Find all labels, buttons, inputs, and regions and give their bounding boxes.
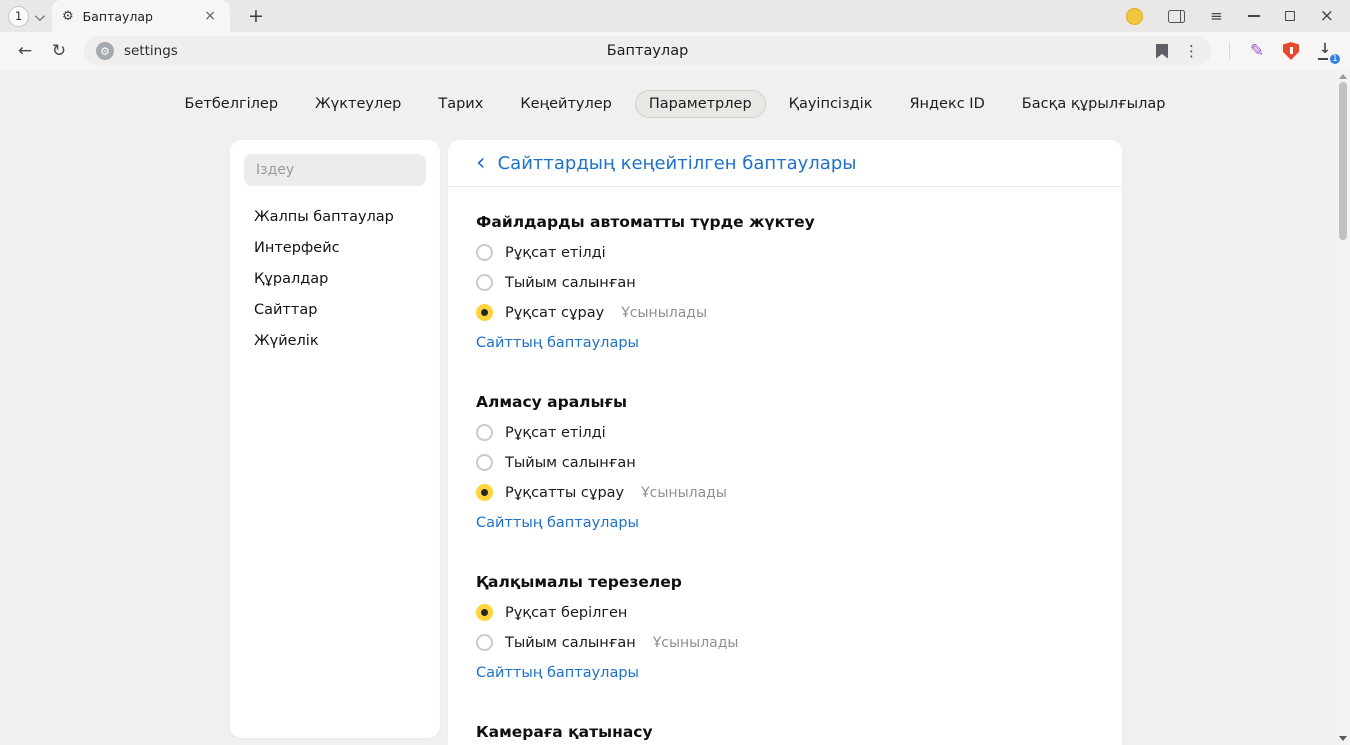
reload-icon[interactable]: ↻ (44, 36, 74, 66)
address-bar: ← ↻ ⚙ settings Баптаулар ⋮ ✎ ↓ 1 (0, 32, 1350, 70)
bookmark-flag-icon[interactable] (1156, 44, 1168, 59)
panel-header[interactable]: ‹ Сайттардың кеңейтілген баптаулары (448, 140, 1122, 187)
url-text: settings (124, 43, 178, 59)
smiley-icon[interactable] (1126, 8, 1143, 25)
recommended-badge: Ұсынылады (621, 305, 707, 321)
settings-page: Бетбелгілер Жүктеулер Тарих Кеңейтулер П… (0, 70, 1350, 745)
sidebar-item-system[interactable]: Жүйелік (244, 326, 426, 356)
toolbar-divider (1229, 42, 1230, 60)
tab-list-chevron-icon[interactable] (35, 11, 45, 21)
radio-label: Рұқсат етілді (505, 425, 606, 441)
back-icon[interactable]: ← (10, 36, 40, 66)
tab-extensions[interactable]: Кеңейтулер (506, 90, 626, 118)
page-scrollbar[interactable] (1336, 70, 1350, 745)
shield-extension-icon[interactable] (1276, 36, 1306, 66)
browser-menu-icon[interactable]: ≡ (1210, 9, 1223, 24)
downloads-icon[interactable]: ↓ 1 (1310, 36, 1340, 66)
radio-button[interactable] (476, 274, 493, 291)
radio-label: Рұқсат сұрау (505, 305, 604, 321)
radio-label: Рұқсатты сұрау (505, 485, 624, 501)
radio-option[interactable]: Тыйым салынған (476, 274, 1094, 291)
section-popups: Қалқымалы терезелер Рұқсат берілген Тыйы… (476, 573, 1094, 681)
settings-nav-tabs: Бетбелгілер Жүктеулер Тарих Кеңейтулер П… (0, 70, 1350, 118)
tab-settings[interactable]: Параметрлер (635, 90, 766, 118)
recommended-badge: Ұсынылады (653, 635, 739, 651)
tab-count-button[interactable]: 1 (8, 6, 29, 27)
window-minimize-button[interactable] (1248, 15, 1260, 17)
tab-close-icon[interactable]: × (200, 7, 220, 25)
radio-button-checked[interactable] (476, 304, 493, 321)
tab-strip: 1 ⚙ Баптаулар × + ≡ × (0, 0, 1350, 32)
settings-gear-icon: ⚙ (62, 9, 74, 24)
radio-label: Тыйым салынған (505, 275, 636, 291)
active-tab[interactable]: ⚙ Баптаулар × (52, 0, 230, 32)
sidebar-item-interface[interactable]: Интерфейс (244, 233, 426, 263)
recommended-badge: Ұсынылады (641, 485, 727, 501)
page-title: Баптаулар (84, 43, 1211, 59)
url-field[interactable]: ⚙ settings Баптаулар ⋮ (84, 36, 1211, 66)
radio-option[interactable]: Рұқсатты сұрау Ұсынылады (476, 484, 1094, 501)
site-settings-panel: ‹ Сайттардың кеңейтілген баптаулары Файл… (448, 140, 1122, 745)
radio-option[interactable]: Рұқсат етілді (476, 244, 1094, 261)
section-auto-download: Файлдарды автоматты түрде жүктеу Рұқсат … (476, 213, 1094, 351)
radio-button[interactable] (476, 424, 493, 441)
radio-label: Тыйым салынған (505, 635, 636, 651)
radio-label: Рұқсат берілген (505, 605, 627, 621)
tab-other-devices[interactable]: Басқа құрылғылар (1008, 90, 1180, 118)
radio-button-checked[interactable] (476, 484, 493, 501)
new-tab-button[interactable]: + (242, 5, 270, 27)
radio-button-checked[interactable] (476, 604, 493, 621)
scrollbar-down-arrow-icon[interactable] (1339, 736, 1347, 741)
tab-downloads[interactable]: Жүктеулер (301, 90, 415, 118)
radio-option[interactable]: Тыйым салынған Ұсынылады (476, 634, 1094, 651)
radio-option[interactable]: Рұқсат берілген (476, 604, 1094, 621)
side-panel-icon[interactable] (1168, 10, 1185, 23)
tab-yandex-id[interactable]: Яндекс ID (895, 90, 998, 118)
site-settings-link[interactable]: Сайттың баптаулары (476, 335, 639, 351)
tab-security[interactable]: Қауіпсіздік (775, 90, 887, 118)
search-input[interactable] (244, 154, 426, 186)
radio-button[interactable] (476, 454, 493, 471)
radio-label: Тыйым салынған (505, 455, 636, 471)
tab-bookmarks[interactable]: Бетбелгілер (171, 90, 293, 118)
radio-button[interactable] (476, 244, 493, 261)
panel-title: Сайттардың кеңейтілген баптаулары (498, 153, 857, 174)
window-close-button[interactable]: × (1320, 8, 1334, 25)
section-clipboard: Алмасу аралығы Рұқсат етілді Тыйым салын… (476, 393, 1094, 531)
site-settings-link[interactable]: Сайттың баптаулары (476, 515, 639, 531)
section-camera: Камераға қатынасу cv9734_azurewave_camer… (476, 723, 1094, 745)
section-heading: Камераға қатынасу (476, 723, 1094, 741)
tab-history[interactable]: Тарих (424, 90, 497, 118)
section-heading: Файлдарды автоматты түрде жүктеу (476, 213, 1094, 231)
sidebar-item-general[interactable]: Жалпы баптаулар (244, 202, 426, 232)
radio-option[interactable]: Тыйым салынған (476, 454, 1094, 471)
radio-label: Рұқсат етілді (505, 245, 606, 261)
radio-option[interactable]: Рұқсат сұрау Ұсынылады (476, 304, 1094, 321)
sidebar-item-sites[interactable]: Сайттар (244, 295, 426, 325)
more-options-icon[interactable]: ⋮ (1184, 42, 1199, 60)
sidebar-item-tools[interactable]: Құралдар (244, 264, 426, 294)
scrollbar-up-arrow-icon[interactable] (1339, 74, 1347, 79)
scrollbar-thumb[interactable] (1339, 82, 1347, 240)
radio-button[interactable] (476, 634, 493, 651)
settings-sidebar: Жалпы баптаулар Интерфейс Құралдар Сайтт… (230, 140, 440, 738)
site-settings-link[interactable]: Сайттың баптаулары (476, 665, 639, 681)
back-chevron-icon[interactable]: ‹ (476, 150, 486, 174)
tab-title: Баптаулар (83, 9, 201, 24)
download-count-badge: 1 (1328, 52, 1342, 66)
pen-markup-icon[interactable]: ✎ (1242, 36, 1272, 66)
window-maximize-button[interactable] (1285, 11, 1295, 21)
section-heading: Қалқымалы терезелер (476, 573, 1094, 591)
section-heading: Алмасу аралығы (476, 393, 1094, 411)
radio-option[interactable]: Рұқсат етілді (476, 424, 1094, 441)
